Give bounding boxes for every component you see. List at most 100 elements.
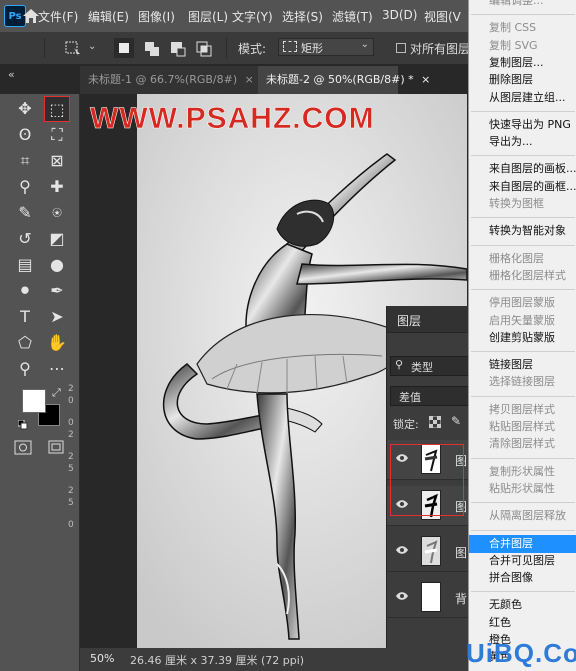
- swap-colors-icon[interactable]: ⤢: [52, 386, 61, 400]
- corner-logo: UiBQ.CoM: [466, 638, 576, 668]
- context-menu-item[interactable]: 红色: [469, 614, 576, 632]
- healing-brush-tool-icon[interactable]: ✚: [44, 174, 70, 200]
- menu-layer[interactable]: 图层(L): [188, 8, 228, 25]
- context-menu-item[interactable]: 从图层建立组...: [469, 89, 576, 107]
- quick-mask-icon[interactable]: [14, 440, 32, 456]
- context-menu-item[interactable]: 拼合图像: [469, 569, 576, 587]
- tab-label: 未标题-1 @ 66.7%(RGB/8#): [88, 73, 238, 86]
- menu-type[interactable]: 文字(Y): [232, 8, 273, 25]
- dodge-tool-icon[interactable]: ⚫: [12, 278, 38, 304]
- blur-tool-icon[interactable]: ●: [44, 252, 70, 278]
- menu-separator: [471, 289, 575, 291]
- context-menu-item[interactable]: 来自图层的画板...: [469, 160, 576, 178]
- menu-file[interactable]: 文件(F): [38, 8, 78, 25]
- ruler-digit: 5: [68, 498, 74, 508]
- blend-mode-select[interactable]: 差值: [390, 386, 468, 406]
- marquee-tool-preset-icon[interactable]: [64, 40, 82, 58]
- context-menu-item[interactable]: 链接图层: [469, 356, 576, 374]
- history-brush-tool-icon[interactable]: ↺: [12, 226, 38, 252]
- default-colors-icon[interactable]: [18, 420, 28, 430]
- close-icon[interactable]: ×: [245, 73, 254, 86]
- zoom-level[interactable]: 50%: [90, 652, 114, 665]
- crop-tool-icon[interactable]: ⌗: [12, 148, 38, 174]
- context-menu-item[interactable]: 复制图层...: [469, 54, 576, 72]
- rectangle-tool-icon[interactable]: ⬠: [12, 330, 38, 356]
- eraser-tool-icon[interactable]: ◩: [44, 226, 70, 252]
- blend-mode-value: 差值: [399, 391, 421, 404]
- rectangle-icon: [283, 41, 297, 52]
- all-layers-checkbox[interactable]: [396, 43, 406, 53]
- selected-layers-box: [390, 444, 464, 516]
- eye-icon[interactable]: [395, 590, 409, 604]
- frame-tool-icon[interactable]: ⊠: [44, 148, 70, 174]
- context-menu-item[interactable]: 导出为...: [469, 133, 576, 151]
- home-icon[interactable]: [22, 8, 40, 24]
- tab-untitled-2[interactable]: 未标题-2 @ 50%(RGB/8#) * ×: [258, 66, 430, 94]
- context-menu-item[interactable]: 来自图层的画框...: [469, 178, 576, 196]
- tab-untitled-1[interactable]: 未标题-1 @ 66.7%(RGB/8#) ×: [80, 66, 258, 94]
- add-to-selection-icon[interactable]: [142, 39, 162, 59]
- menu-view[interactable]: 视图(V: [424, 8, 461, 25]
- context-menu-item[interactable]: 删除图层: [469, 71, 576, 89]
- layer-thumbnail: [421, 582, 441, 612]
- context-menu-item: 清除图层样式: [489, 437, 555, 451]
- context-menu-item[interactable]: 合并可见图层: [469, 552, 576, 570]
- mode-select[interactable]: 矩形 ⌄: [278, 38, 374, 56]
- mode-value: 矩形: [301, 42, 323, 55]
- layer-name: 图: [455, 546, 468, 560]
- hand-tool-icon[interactable]: ✋: [44, 330, 70, 356]
- intersect-selection-icon[interactable]: [194, 39, 214, 59]
- screen-mode-icon[interactable]: [48, 440, 64, 456]
- menu-image[interactable]: 图像(I): [138, 8, 175, 25]
- chevron-down-icon[interactable]: ⌄: [88, 41, 96, 52]
- tab-label: 未标题-2 @ 50%(RGB/8#) *: [266, 73, 414, 86]
- layer-filter-select[interactable]: ⚲ 类型: [390, 356, 468, 376]
- menu-separator: [471, 591, 575, 593]
- clone-stamp-tool-icon[interactable]: ⍟: [44, 200, 70, 226]
- type-tool-icon[interactable]: T: [12, 304, 38, 330]
- menu-separator: [471, 457, 575, 459]
- subtract-selection-icon[interactable]: [168, 39, 188, 59]
- object-selection-tool-icon[interactable]: ⛶: [44, 122, 70, 148]
- context-menu-item[interactable]: 合并图层: [469, 534, 576, 553]
- watermark-text: WWW.PSAHZ.COM: [90, 102, 375, 136]
- layers-tab[interactable]: 图层: [397, 312, 421, 329]
- context-menu-item: 复制 SVG: [489, 38, 538, 52]
- ruler-digit: 0: [68, 396, 74, 406]
- gradient-tool-icon[interactable]: ▤: [12, 252, 38, 278]
- pen-tool-icon[interactable]: ✒: [44, 278, 70, 304]
- eyedropper-tool-icon[interactable]: ⚲: [12, 174, 38, 200]
- menu-separator: [471, 110, 575, 112]
- context-menu-item[interactable]: 无颜色: [469, 596, 576, 614]
- context-menu-item: 编辑调整...: [489, 0, 544, 7]
- zoom-tool-icon[interactable]: ⚲: [12, 356, 38, 382]
- layer-row[interactable]: 图: [387, 532, 468, 572]
- menu-edit[interactable]: 编辑(E): [88, 8, 129, 25]
- brush-tool-icon[interactable]: ✎: [12, 200, 38, 226]
- context-menu-item[interactable]: 创建剪贴蒙版: [469, 329, 576, 347]
- context-menu-item: 选择链接图层: [489, 375, 555, 389]
- menu-3d[interactable]: 3D(D): [382, 8, 417, 22]
- lock-transparent-pixels-icon[interactable]: [429, 416, 441, 428]
- menu-select[interactable]: 选择(S): [282, 8, 323, 25]
- ruler-digit: 2: [68, 430, 74, 440]
- move-tool-icon[interactable]: ✥: [12, 96, 38, 122]
- lock-image-pixels-icon[interactable]: ✎: [451, 414, 461, 428]
- context-menu-item[interactable]: 快速导出为 PNG: [469, 116, 576, 134]
- menu-filter[interactable]: 滤镜(T): [332, 8, 373, 25]
- context-menu-item: 复制形状属性: [489, 464, 555, 478]
- new-selection-button[interactable]: [114, 38, 134, 58]
- ruler-digit: 5: [68, 464, 74, 474]
- context-menu-item[interactable]: 转换为智能对象: [469, 222, 576, 240]
- eye-icon[interactable]: [395, 544, 409, 558]
- lasso-tool-icon[interactable]: ʘ: [12, 122, 38, 148]
- more-tools-icon[interactable]: ⋯: [44, 356, 70, 382]
- new-selection-icon: [119, 43, 129, 53]
- foreground-color-swatch[interactable]: [22, 389, 46, 413]
- artboard-marquee-tool-icon[interactable]: ⬚: [44, 96, 70, 122]
- layer-row[interactable]: 背: [387, 578, 468, 618]
- path-selection-tool-icon[interactable]: ➤: [44, 304, 70, 330]
- layer-thumbnail: [421, 536, 441, 566]
- collapse-panels-icon[interactable]: «: [8, 68, 15, 81]
- close-icon[interactable]: ×: [421, 73, 430, 86]
